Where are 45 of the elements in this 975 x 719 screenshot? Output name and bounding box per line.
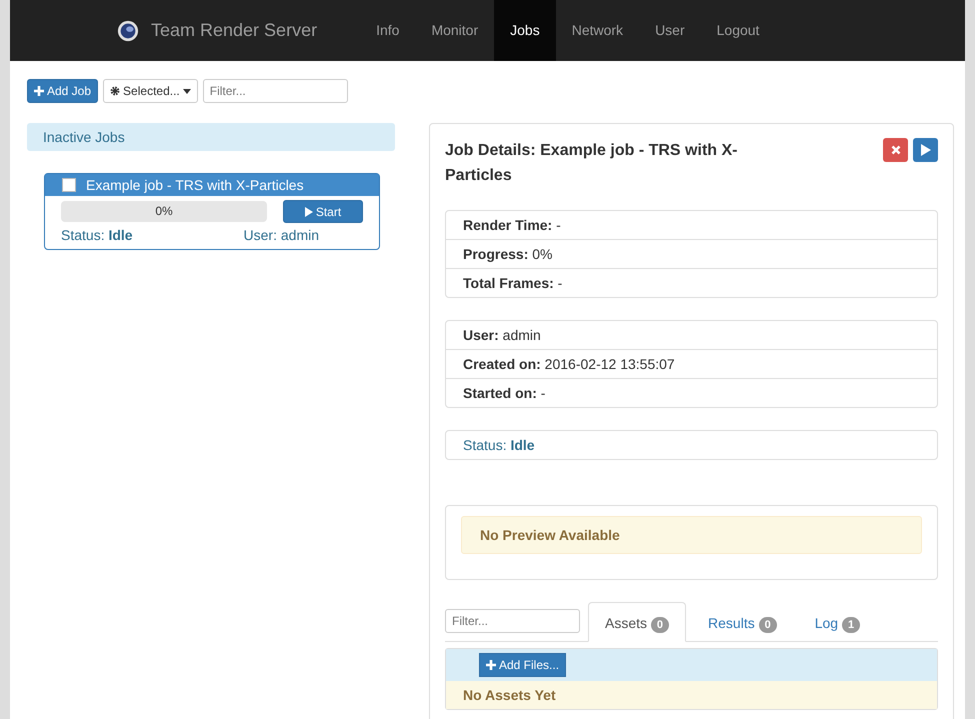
info-row: Started on: - xyxy=(446,378,937,407)
brand-title: Team Render Server xyxy=(151,20,318,41)
add-files-button[interactable]: Add Files... xyxy=(479,653,566,677)
gear-icon xyxy=(110,86,120,96)
info-row-text: Render Time: - xyxy=(462,216,562,235)
nav-link[interactable]: Jobs xyxy=(494,0,556,61)
count-badge: 0 xyxy=(758,617,777,633)
filter-field[interactable]: Filter... xyxy=(445,609,580,633)
details-title: Job Details: Example job - TRS with X-Particles xyxy=(445,141,738,186)
play-button[interactable] xyxy=(913,138,938,162)
count-badge: 1 xyxy=(842,617,860,633)
tab[interactable]: Log 1 xyxy=(798,603,876,641)
delete-button[interactable] xyxy=(883,138,908,162)
info-row: Total Frames: - xyxy=(446,268,937,297)
close-icon xyxy=(890,145,900,155)
selected-dropdown[interactable]: Selected... xyxy=(103,79,198,103)
filter-field[interactable]: Filter... xyxy=(202,79,348,103)
no-preview-alert: No Preview Available xyxy=(461,516,922,554)
job-user: User: admin xyxy=(244,227,319,243)
info-row: Created on: 2016-02-12 13:55:07 xyxy=(446,349,937,378)
tab[interactable]: Assets 0 xyxy=(588,602,686,642)
play-icon xyxy=(304,206,313,216)
empty-message: No Assets Yet xyxy=(446,681,937,709)
tab[interactable]: Results 0 xyxy=(692,603,793,641)
add-job-button[interactable]: Add Job xyxy=(27,79,98,103)
details-status: Status: Idle xyxy=(462,436,536,455)
caret-icon xyxy=(182,88,191,94)
nav-link[interactable]: Network xyxy=(556,0,640,61)
sphere-logo-icon xyxy=(117,20,139,42)
job-status: Status: Idle xyxy=(61,227,133,243)
count-badge: 0 xyxy=(650,617,670,633)
progress-text: 0% xyxy=(154,204,174,218)
plus-icon xyxy=(486,660,496,670)
info-row: Progress: 0% xyxy=(446,239,937,268)
start-button[interactable]: Start xyxy=(283,200,363,223)
checkbox[interactable] xyxy=(62,178,76,192)
plus-icon xyxy=(34,86,44,96)
play-icon xyxy=(920,144,930,156)
job-name: Example job - TRS with X-Particles xyxy=(86,177,304,193)
nav-link[interactable]: Monitor xyxy=(415,0,494,61)
section-heading: Inactive Jobs xyxy=(27,123,395,151)
nav-link[interactable]: Logout xyxy=(700,0,776,61)
nav-link[interactable]: Info xyxy=(360,0,416,61)
info-row-text: User: admin xyxy=(462,326,542,345)
nav-link[interactable]: User xyxy=(639,0,701,61)
